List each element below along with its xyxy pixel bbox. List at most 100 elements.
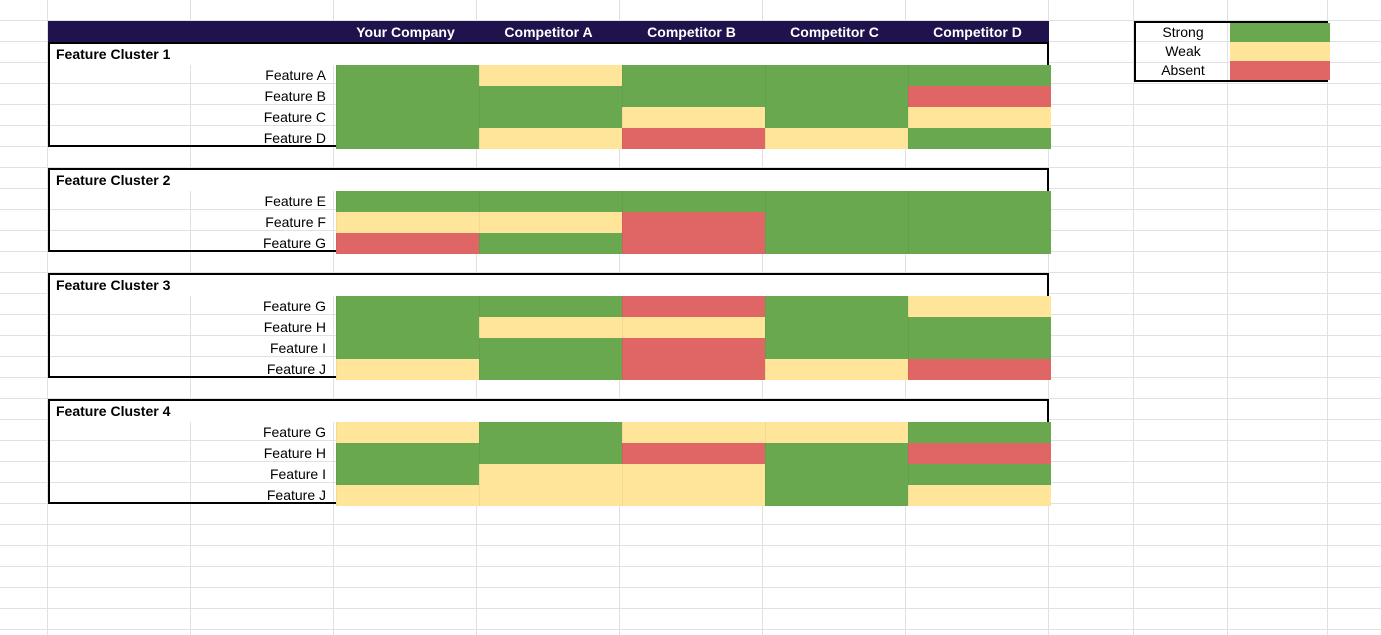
feature-value-cell[interactable] [765,86,908,107]
feature-value-cell[interactable] [336,191,479,212]
spreadsheet-sheet: Your Company Competitor A Competitor B C… [0,0,1381,635]
feature-value-cell[interactable] [908,86,1051,107]
feature-value-cell[interactable] [336,338,479,359]
feature-value-cell[interactable] [336,128,479,149]
feature-value-cell[interactable] [765,191,908,212]
header-competitor-b: Competitor B [620,24,763,40]
feature-value-cell[interactable] [336,107,479,128]
feature-value-cell[interactable] [622,65,765,86]
feature-value-cell[interactable] [479,422,622,443]
cluster-title: Feature Cluster 4 [50,401,1047,422]
feature-value-cell[interactable] [765,317,908,338]
feature-value-cell[interactable] [336,65,479,86]
feature-value-cell[interactable] [479,338,622,359]
feature-value-cell[interactable] [908,233,1051,254]
legend-row-absent: Absent [1136,61,1326,80]
feature-value-cell[interactable] [908,128,1051,149]
feature-value-cell[interactable] [622,359,765,380]
feature-value-cell[interactable] [622,422,765,443]
feature-row: Feature F [50,212,1047,233]
feature-value-cell[interactable] [908,485,1051,506]
feature-value-cell[interactable] [479,128,622,149]
competitor-header-bar: Your Company Competitor A Competitor B C… [48,21,1049,42]
feature-value-cell[interactable] [622,107,765,128]
feature-row-spacer [50,443,193,464]
feature-value-cell[interactable] [908,107,1051,128]
feature-value-cell[interactable] [765,107,908,128]
feature-value-cell[interactable] [765,485,908,506]
feature-value-cell[interactable] [479,233,622,254]
feature-value-cell[interactable] [336,212,479,233]
cluster-box-2: Feature Cluster 2Feature EFeature FFeatu… [48,168,1049,252]
feature-value-cell[interactable] [336,422,479,443]
feature-value-cell[interactable] [622,464,765,485]
feature-value-cell[interactable] [336,86,479,107]
feature-value-cell[interactable] [622,317,765,338]
feature-value-cell[interactable] [765,338,908,359]
feature-value-cell[interactable] [479,86,622,107]
feature-value-cell[interactable] [765,422,908,443]
feature-value-cell[interactable] [908,317,1051,338]
feature-value-cell[interactable] [336,443,479,464]
feature-row-spacer [50,233,193,254]
feature-value-cell[interactable] [765,65,908,86]
feature-value-cell[interactable] [479,212,622,233]
feature-value-cell[interactable] [908,443,1051,464]
feature-value-cell[interactable] [479,296,622,317]
feature-value-cell[interactable] [908,191,1051,212]
feature-value-cell[interactable] [622,233,765,254]
feature-value-cell[interactable] [336,485,479,506]
feature-value-cell[interactable] [908,212,1051,233]
feature-value-cell[interactable] [908,359,1051,380]
feature-value-cell[interactable] [765,128,908,149]
feature-value-cell[interactable] [336,464,479,485]
feature-value-cell[interactable] [479,191,622,212]
feature-row-spacer [50,65,193,86]
feature-label: Feature J [193,485,336,506]
feature-value-cell[interactable] [908,464,1051,485]
feature-value-cell[interactable] [336,317,479,338]
feature-value-cell[interactable] [622,212,765,233]
feature-label: Feature G [193,296,336,317]
cluster-box-4: Feature Cluster 4Feature GFeature H Featu… [48,399,1049,504]
feature-row: Feature G [50,422,1047,443]
feature-value-cell[interactable] [479,359,622,380]
feature-value-cell[interactable] [765,443,908,464]
feature-value-cell[interactable] [479,443,622,464]
feature-label: Feature H [193,443,336,464]
feature-value-cell[interactable] [479,65,622,86]
feature-value-cell[interactable] [908,296,1051,317]
feature-value-cell[interactable] [622,128,765,149]
feature-value-cell[interactable] [765,359,908,380]
legend-row-strong: Strong [1136,23,1326,42]
legend-row-weak: Weak [1136,42,1326,61]
feature-row: Feature J [50,485,1047,506]
feature-value-cell[interactable] [479,464,622,485]
feature-value-cell[interactable] [908,338,1051,359]
feature-value-cell[interactable] [622,296,765,317]
feature-value-cell[interactable] [336,233,479,254]
feature-value-cell[interactable] [765,212,908,233]
feature-value-cell[interactable] [622,86,765,107]
feature-value-cell[interactable] [908,422,1051,443]
feature-value-cell[interactable] [765,464,908,485]
feature-label: Feature H [193,317,336,338]
feature-value-cell[interactable] [479,317,622,338]
feature-value-cell[interactable] [622,191,765,212]
feature-row-spacer [50,86,193,107]
feature-row: Feature H [50,443,1047,464]
feature-value-cell[interactable] [336,359,479,380]
feature-row-spacer [50,317,193,338]
feature-value-cell[interactable] [622,338,765,359]
feature-value-cell[interactable] [765,296,908,317]
feature-value-cell[interactable] [479,485,622,506]
cluster-box-3: Feature Cluster 3Feature GFeature HFeatu… [48,273,1049,378]
feature-label: Feature E [193,191,336,212]
feature-value-cell[interactable] [336,296,479,317]
feature-label: Feature C [193,107,336,128]
feature-value-cell[interactable] [908,65,1051,86]
feature-value-cell[interactable] [622,485,765,506]
feature-value-cell[interactable] [622,443,765,464]
feature-value-cell[interactable] [479,107,622,128]
feature-value-cell[interactable] [765,233,908,254]
